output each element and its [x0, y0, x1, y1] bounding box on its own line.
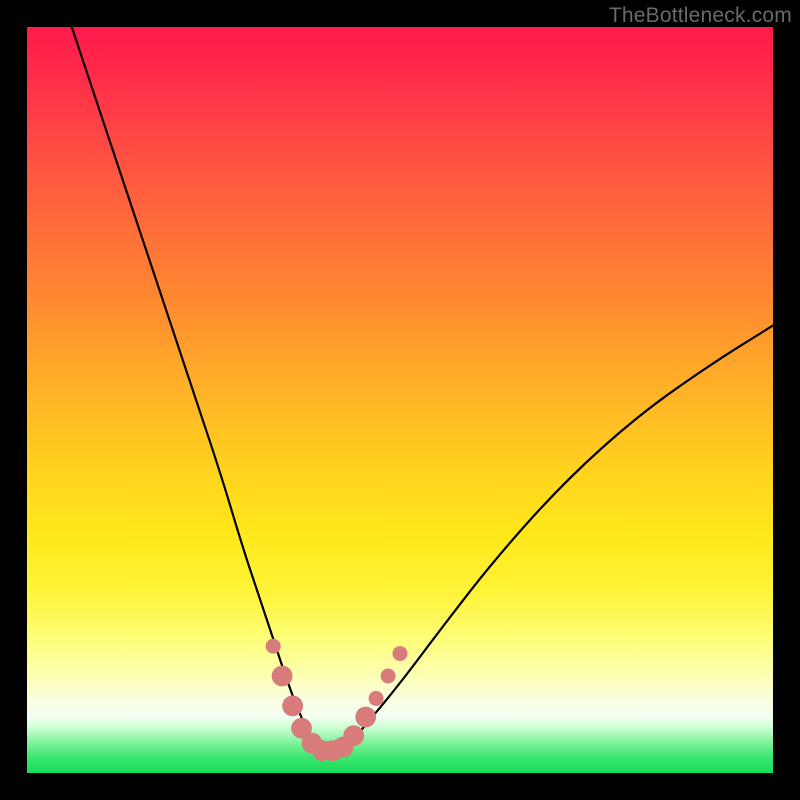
plot-area [27, 27, 773, 773]
highlight-dot [355, 707, 376, 728]
chart-outer-frame: TheBottleneck.com [0, 0, 800, 800]
curve-svg [27, 27, 773, 773]
bottleneck-curve [72, 27, 773, 753]
highlight-dot [393, 646, 408, 661]
highlight-dot [369, 691, 384, 706]
highlight-dot [282, 696, 303, 717]
highlight-dot [266, 639, 281, 654]
highlight-dot [272, 666, 293, 687]
highlight-dot [343, 725, 364, 746]
highlight-dot [381, 669, 396, 684]
watermark-text: TheBottleneck.com [609, 4, 792, 28]
